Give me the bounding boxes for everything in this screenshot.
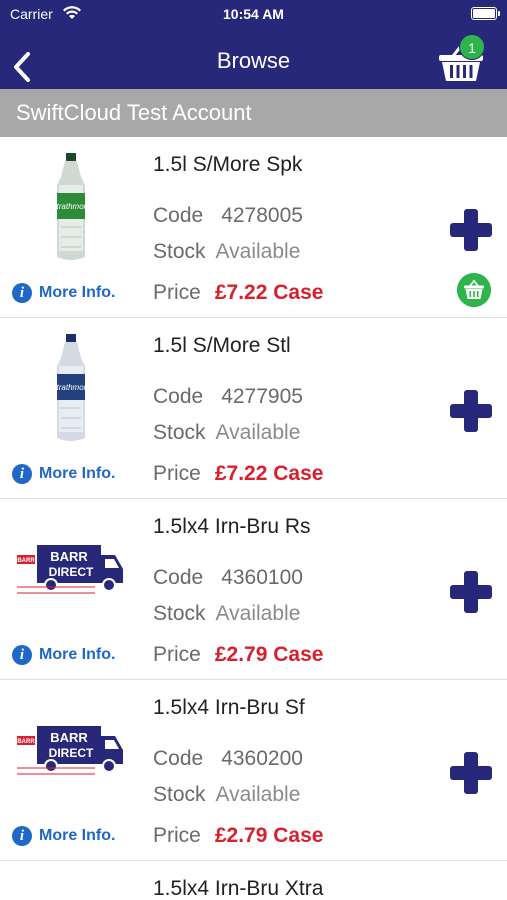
price-label: Price [153, 824, 201, 847]
code-value: 4278005 [221, 204, 303, 227]
product-code: Code 4277905 [153, 385, 303, 409]
svg-text:BARR: BARR [50, 549, 88, 564]
price-label: Price [153, 462, 201, 485]
stock-label: Stock [153, 421, 206, 444]
add-to-basket-button[interactable] [450, 571, 492, 613]
more-info-label: More Info. [39, 827, 116, 844]
price-label: Price [153, 643, 201, 666]
product-price: Price £7.22 Case [153, 462, 323, 486]
product-image: Strathmore [12, 147, 130, 267]
code-label: Code [153, 566, 204, 589]
product-row[interactable]: Strathmore 1.5l S/More Stl Code 4277905 S… [0, 318, 507, 499]
add-to-basket-button[interactable] [450, 390, 492, 432]
code-value: 4277905 [221, 385, 303, 408]
product-code: Code 4278005 [153, 204, 303, 228]
svg-text:DIRECT: DIRECT [49, 565, 94, 579]
stock-label: Stock [153, 602, 206, 625]
status-bar: Carrier 10:54 AM [0, 0, 507, 28]
svg-text:Strathmore: Strathmore [51, 202, 91, 211]
product-price: Price £2.79 Case [153, 643, 323, 667]
more-info-label: More Info. [39, 465, 116, 482]
status-time: 10:54 AM [223, 6, 284, 22]
product-image: BARR DIRECT BARR [12, 690, 130, 810]
price-value: £7.22 Case [214, 281, 324, 304]
product-name: 1.5lx4 Irn-Bru Xtra [153, 877, 324, 900]
product-price: Price £7.22 Case [153, 281, 323, 305]
add-to-basket-button[interactable] [450, 752, 492, 794]
svg-text:Strathmore: Strathmore [51, 383, 91, 392]
product-name: 1.5lx4 Irn-Bru Sf [153, 696, 305, 719]
product-list: Strathmore 1.5l S/More Spk Code 4278005 S… [0, 137, 507, 900]
stock-value: Available [215, 421, 301, 444]
more-info-link[interactable]: i More Info. [12, 645, 115, 665]
stock-value: Available [215, 602, 301, 625]
more-info-link[interactable]: i More Info. [12, 464, 115, 484]
account-name-bar: SwiftCloud Test Account [0, 89, 507, 137]
code-value: 4360200 [221, 747, 303, 770]
stock-value: Available [215, 783, 301, 806]
barr-direct-van-logo: BARR DIRECT BARR [17, 726, 123, 775]
more-info-label: More Info. [39, 284, 116, 301]
product-row[interactable]: 1.5lx4 Irn-Bru Xtra [0, 861, 507, 900]
more-info-link[interactable]: i More Info. [12, 283, 115, 303]
info-icon: i [12, 283, 32, 303]
page-title: Browse [216, 48, 291, 73]
product-image: Strathmore [12, 328, 130, 448]
code-label: Code [153, 385, 204, 408]
product-code: Code 4360200 [153, 747, 303, 771]
price-value: £2.79 Case [214, 824, 324, 847]
product-row[interactable]: Strathmore 1.5l S/More Spk Code 4278005 S… [0, 137, 507, 318]
info-icon: i [12, 826, 32, 846]
stock-value: Available [215, 240, 301, 263]
add-to-basket-button[interactable] [450, 209, 492, 251]
price-value: £7.22 Case [214, 462, 324, 485]
price-value: £2.79 Case [214, 643, 324, 666]
svg-text:DIRECT: DIRECT [49, 746, 94, 760]
product-price: Price £2.79 Case [153, 824, 323, 848]
product-name: 1.5l S/More Spk [153, 153, 303, 176]
price-label: Price [153, 281, 201, 304]
barr-direct-van-logo: BARR DIRECT BARR [17, 545, 123, 594]
product-image: BARR DIRECT BARR [12, 509, 130, 629]
still-water-bottle-image: Strathmore [51, 334, 91, 441]
product-row[interactable]: BARR DIRECT BARR 1.5lx4 Irn-Bru Rs Code 4… [0, 499, 507, 680]
basket-count-badge: 1 [459, 34, 485, 60]
code-value: 4360100 [221, 566, 303, 589]
product-row[interactable]: BARR DIRECT BARR 1.5lx4 Irn-Bru Sf Code 4… [0, 680, 507, 861]
more-info-label: More Info. [39, 646, 116, 663]
svg-text:BARR: BARR [50, 730, 88, 745]
product-code: Code 4360100 [153, 566, 303, 590]
code-label: Code [153, 747, 204, 770]
product-stock: Stock Available [153, 783, 300, 807]
svg-text:BARR: BARR [17, 558, 35, 564]
battery-icon [471, 7, 500, 20]
product-name: 1.5lx4 Irn-Bru Rs [153, 515, 311, 538]
sparkling-water-bottle-image: Strathmore [51, 153, 91, 260]
product-stock: Stock Available [153, 421, 300, 445]
svg-text:BARR: BARR [17, 739, 35, 745]
stock-label: Stock [153, 783, 206, 806]
code-label: Code [153, 204, 204, 227]
more-info-link[interactable]: i More Info. [12, 826, 115, 846]
product-name: 1.5l S/More Stl [153, 334, 291, 357]
product-stock: Stock Available [153, 602, 300, 626]
stock-label: Stock [153, 240, 206, 263]
info-icon: i [12, 645, 32, 665]
in-basket-icon [457, 273, 491, 307]
product-stock: Stock Available [153, 240, 300, 264]
app-header: Carrier 10:54 AM Browse 1 [0, 0, 507, 89]
info-icon: i [12, 464, 32, 484]
